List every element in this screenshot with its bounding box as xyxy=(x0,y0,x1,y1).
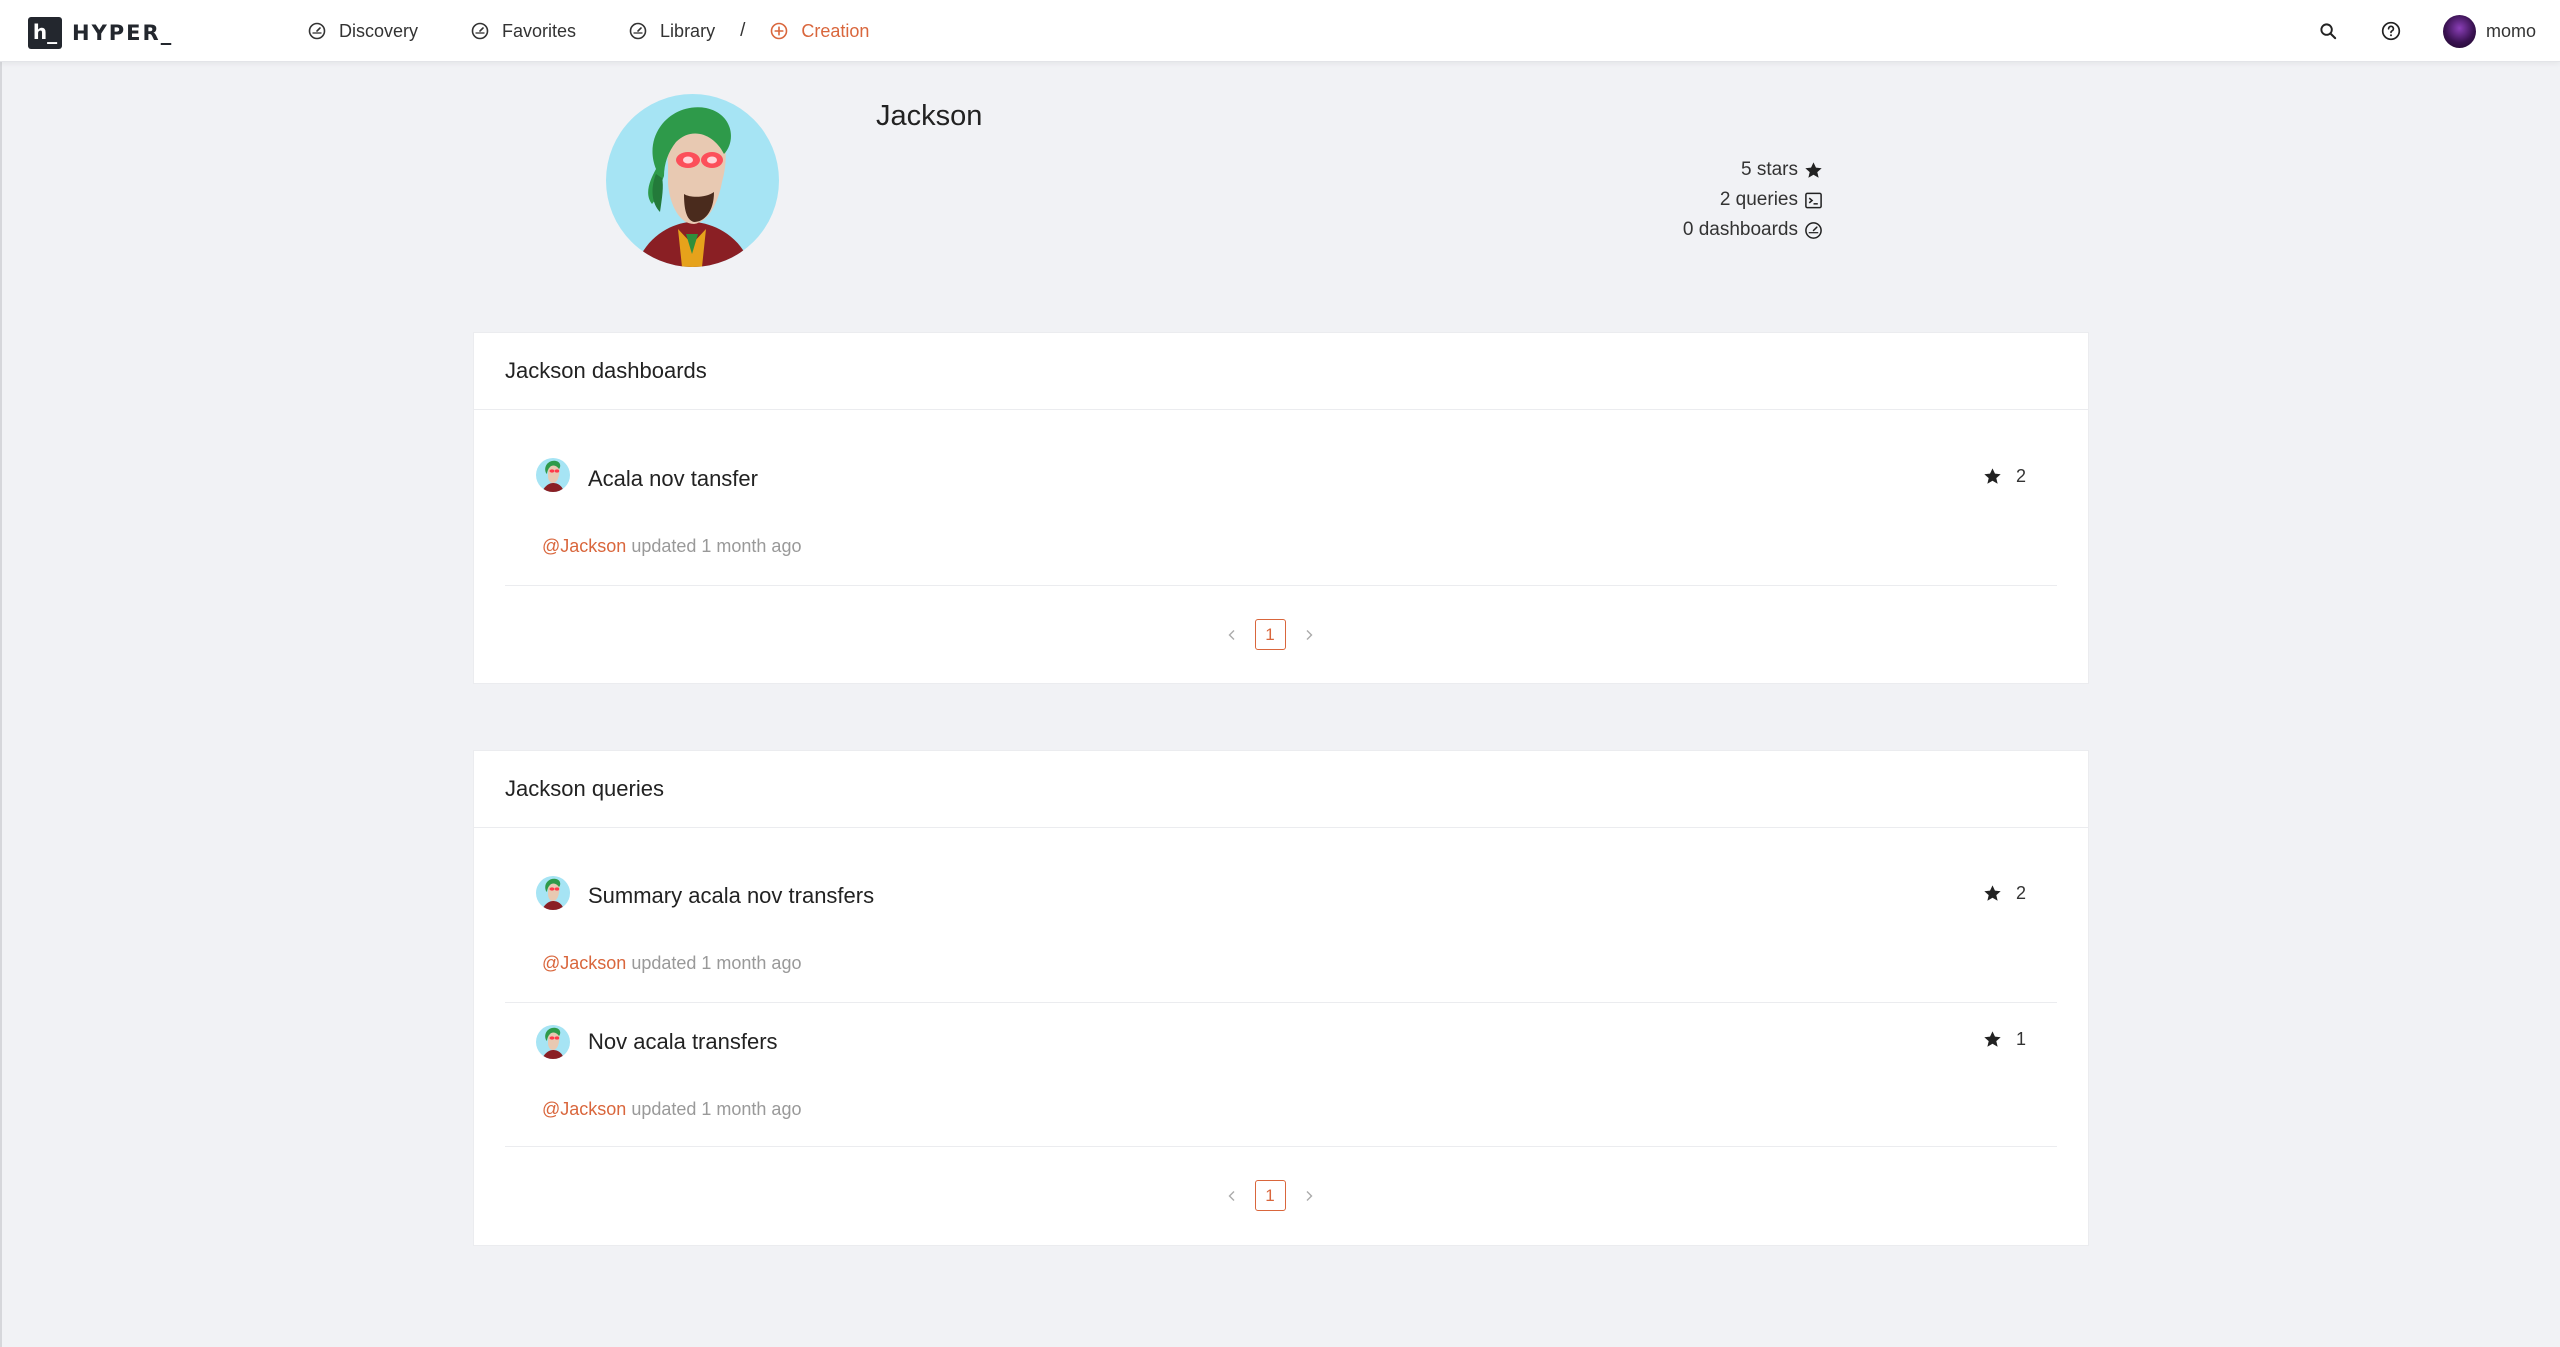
nav-library[interactable]: Library xyxy=(629,21,715,42)
page-number[interactable]: 1 xyxy=(1254,619,1286,650)
chevron-right-icon[interactable] xyxy=(1300,626,1318,644)
updated-text: updated 1 month ago xyxy=(631,1099,802,1119)
star-count: 2 xyxy=(2015,466,2026,486)
queries-card: Jackson queries Summary acala nov transf… xyxy=(473,750,2089,1246)
item-title[interactable]: Nov acala transfers xyxy=(588,1029,778,1055)
profile-avatar xyxy=(606,94,779,267)
star-icon xyxy=(1805,161,1822,178)
user-name: momo xyxy=(2485,20,2536,41)
stars-count: 5 stars xyxy=(1740,159,1798,180)
dashboards-count: 0 dashboards xyxy=(1682,219,1798,240)
item-stars[interactable]: 1 xyxy=(1983,1029,2026,1050)
nav-creation[interactable]: Creation xyxy=(770,21,869,42)
help-icon[interactable] xyxy=(2379,19,2403,43)
search-icon[interactable] xyxy=(2317,19,2341,43)
star-count: 1 xyxy=(2015,1029,2026,1049)
item-meta: @Jackson updated 1 month ago xyxy=(542,536,801,557)
updated-text: updated 1 month ago xyxy=(631,953,802,973)
chevron-left-icon[interactable] xyxy=(1223,626,1241,644)
avatar xyxy=(2442,14,2476,48)
item-meta: @Jackson updated 1 month ago xyxy=(542,953,801,974)
avatar xyxy=(536,458,570,492)
pagination: 1 xyxy=(474,1147,2088,1244)
dashboard-gauge-icon xyxy=(471,22,489,40)
list-item: Nov acala transfers 1 @Jackson updated 1… xyxy=(505,1003,2057,1147)
dashboard-gauge-icon xyxy=(1805,221,1822,239)
page-number[interactable]: 1 xyxy=(1254,1180,1286,1211)
nav-discovery[interactable]: Discovery xyxy=(308,21,418,42)
top-right-actions: momo xyxy=(2317,0,2536,62)
queries-count: 2 queries xyxy=(1719,189,1798,210)
stars-stat: 5 stars xyxy=(1683,155,1823,185)
window-edge xyxy=(0,0,2,1347)
dashboards-card-header: Jackson dashboards xyxy=(474,333,2088,410)
star-count: 2 xyxy=(2015,883,2026,903)
nav-favorites[interactable]: Favorites xyxy=(471,21,576,42)
nav-discovery-label: Discovery xyxy=(339,20,419,41)
terminal-icon xyxy=(1805,192,1822,208)
item-stars[interactable]: 2 xyxy=(1983,883,2026,904)
profile-stats: 5 stars 2 queries 0 dashboards xyxy=(1683,155,1823,245)
logo-text: HYPER_ xyxy=(72,21,174,45)
star-icon xyxy=(1984,885,2001,901)
queries-stat: 2 queries xyxy=(1683,185,1823,215)
top-navigation-bar: h_ HYPER_ Discovery Favorites Library / … xyxy=(0,0,2560,62)
item-stars[interactable]: 2 xyxy=(1983,466,2026,487)
author-link[interactable]: @Jackson xyxy=(542,536,626,556)
plus-circle-icon xyxy=(771,22,788,40)
author-link[interactable]: @Jackson xyxy=(542,953,626,973)
author-link[interactable]: @Jackson xyxy=(542,1099,626,1119)
dashboard-gauge-icon xyxy=(308,22,326,40)
dashboard-gauge-icon xyxy=(629,22,647,40)
item-title[interactable]: Acala nov tansfer xyxy=(588,466,758,492)
nav-favorites-label: Favorites xyxy=(502,20,577,41)
item-meta: @Jackson updated 1 month ago xyxy=(542,1099,801,1120)
dashboards-card: Jackson dashboards Acala nov tansfer 2 @… xyxy=(473,332,2089,684)
chevron-left-icon[interactable] xyxy=(1223,1187,1241,1205)
list-item: Summary acala nov transfers 2 @Jackson u… xyxy=(505,828,2057,1003)
dashboards-stat: 0 dashboards xyxy=(1683,215,1823,245)
profile-name: Jackson xyxy=(876,100,983,132)
nav-library-label: Library xyxy=(660,20,716,41)
queries-card-header: Jackson queries xyxy=(474,751,2088,828)
avatar xyxy=(536,876,570,910)
star-icon xyxy=(1984,468,2001,484)
nav-separator: / xyxy=(740,20,746,41)
logo-mark: h_ xyxy=(28,17,62,49)
nav-creation-label: Creation xyxy=(801,20,870,41)
star-icon xyxy=(1984,1031,2001,1047)
list-item: Acala nov tansfer 2 @Jackson updated 1 m… xyxy=(505,410,2057,586)
item-title[interactable]: Summary acala nov transfers xyxy=(588,883,874,909)
avatar xyxy=(536,1025,570,1059)
chevron-right-icon[interactable] xyxy=(1300,1187,1318,1205)
updated-text: updated 1 month ago xyxy=(631,536,802,556)
app-logo[interactable]: h_ HYPER_ xyxy=(28,17,173,49)
main-nav: Discovery Favorites Library / Creation xyxy=(308,0,869,62)
pagination: 1 xyxy=(474,586,2088,683)
user-menu[interactable]: momo xyxy=(2442,14,2536,48)
